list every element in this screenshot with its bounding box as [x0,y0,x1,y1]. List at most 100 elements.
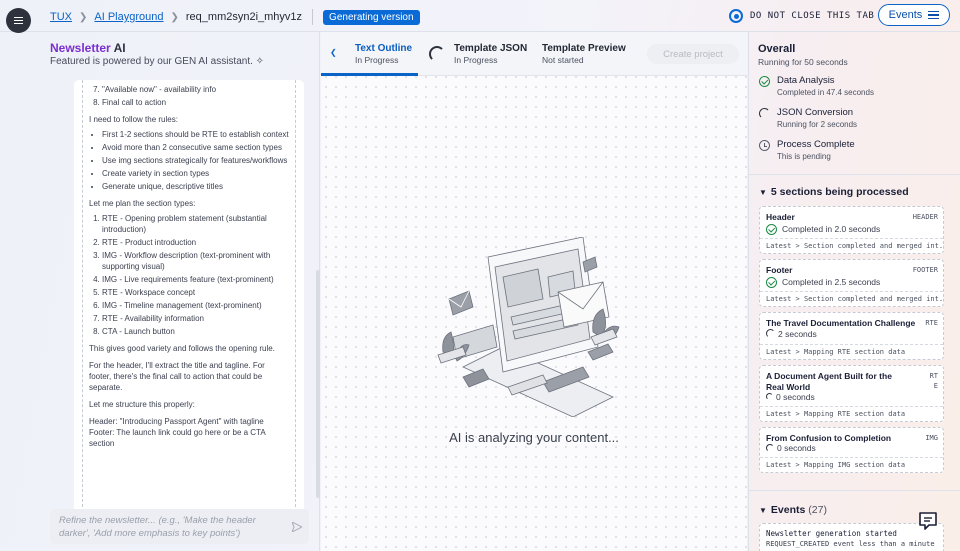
section-card-header[interactable]: Header HEADER Completed in 2.0 seconds L… [759,206,944,254]
para-plan: Let me plan the section types: [89,199,196,208]
chevron-right-icon: > [795,242,800,250]
events-heading-text: Events [770,504,806,516]
latest-label: Latest [766,242,792,250]
analyzing-illustration [437,237,620,417]
event-subtitle: REQUEST_CREATED event less than a minute [766,540,935,548]
list-item: RTE - Availability information [102,313,289,324]
tab-template-preview[interactable]: Template Preview Not started [542,43,626,65]
left-panel: Newsletter AI Featured is powered by our… [40,32,320,551]
list-item: RTE - Product introduction [102,237,289,248]
create-project-button[interactable]: Create project [647,44,739,64]
title-suffix: AI [113,41,126,55]
latest-text: Mapping RTE section data [803,410,906,418]
overall-subtitle: Running for 50 seconds [758,57,848,67]
tab-scroll-left-icon[interactable]: ❮ [330,48,337,57]
status-badge: Generating version [323,9,420,25]
section-latest: Latest > Section completed and merged in… [760,291,943,306]
tab-label: Text Outline [355,43,413,54]
list-item: "Available now" - availability info [102,84,289,95]
list-item: Create variety in section types [102,168,289,179]
latest-label: Latest [766,461,792,469]
tab-status: In Progress [355,55,399,65]
title-brand: Newsletter [50,41,111,55]
tab-bar: ❮ Text Outline In Progress Template JSON… [321,32,747,76]
events-button-label: Events [888,9,923,21]
tab-template-json[interactable]: Template JSON In Progress [454,43,527,65]
plan-list: RTE - Opening problem statement (substan… [102,213,289,337]
overall-title: Overall [758,43,796,55]
events-count: (27) [808,504,827,516]
analyzing-message: AI is analyzing your content... [449,430,619,445]
divider [312,9,314,25]
warning-text: DO NOT CLOSE THIS TAB [750,11,875,21]
refine-input[interactable]: Refine the newsletter... (e.g., 'Make th… [50,509,309,544]
subtitle-text: Featured is powered by our GEN AI assist… [50,56,253,67]
section-status: Completed in 2.0 seconds [766,224,881,235]
latest-text: Mapping RTE section data [803,348,906,356]
chat-message: "Available now" - availability info Final… [74,80,304,518]
tab-status: In Progress [454,55,498,65]
step-status: Completed in 47.4 seconds [777,88,874,97]
section-status-text: 2 seconds [778,329,817,339]
tab-text-outline[interactable]: Text Outline In Progress [355,43,412,65]
section-status: 2 seconds [766,329,817,339]
section-status: 0 seconds [766,392,815,402]
breadcrumb-tux[interactable]: TUX [50,11,72,23]
feedback-icon[interactable] [917,510,939,532]
spinner-icon [759,108,770,119]
list-item: IMG - Workflow description (text-promine… [102,250,289,272]
record-icon [729,9,743,23]
section-card-travel-documentation[interactable]: The Travel Documentation Challenge RTE 2… [759,312,944,360]
breadcrumb-request-id: req_mm2syn2i_mhyv1z [185,11,303,23]
menu-icon[interactable] [6,8,31,33]
section-status-text: Completed in 2.0 seconds [782,224,881,234]
section-tag: RTE [925,319,938,327]
chat-scrollbar[interactable] [316,270,320,498]
spinner-icon [429,46,445,62]
section-card-document-agent[interactable]: A Document Agent Built for the Real Worl… [759,365,944,422]
chevron-right-icon: > [795,295,800,303]
list-a: "Available now" - availability info Final… [102,84,289,108]
list-item: First 1-2 sections should be RTE to esta… [102,129,289,140]
section-title: Footer [766,265,793,275]
thinking-block[interactable]: "Available now" - availability info Final… [82,80,296,512]
sparkle-icon: ✧ [255,56,265,67]
divider [749,174,960,175]
section-tag: FOOTER [912,266,938,274]
caret-down-icon: ▼ [759,506,767,515]
breadcrumb-ai-playground[interactable]: AI Playground [94,11,163,23]
para-final: Header: "Introducing Passport Agent" wit… [89,417,266,448]
rules-list: First 1-2 sections should be RTE to esta… [102,129,289,192]
section-status-text: 0 seconds [776,392,815,402]
list-item: Generate unique, descriptive titles [102,181,289,192]
section-title: Header [766,212,795,222]
send-icon[interactable] [292,522,302,532]
active-tab-indicator [321,73,418,76]
events-heading[interactable]: ▼ Events (27) [759,504,827,516]
sections-heading[interactable]: ▼ 5 sections being processed [759,186,909,198]
chevron-right-icon: ❯ [79,11,88,23]
para-header: For the header, I'll extract the title a… [89,361,265,392]
spinner-icon [766,329,775,338]
tab-label: Template Preview [542,43,626,54]
events-button[interactable]: Events [878,4,950,26]
main-canvas: ❮ Text Outline In Progress Template JSON… [321,32,747,551]
section-latest: Latest > Mapping RTE section data [760,406,943,421]
tab-status: Not started [542,55,584,65]
section-tag: IMG [925,434,938,442]
section-title: The Travel Documentation Challenge [766,318,916,328]
latest-text: Section completed and merged int... [803,295,943,303]
list-item: Avoid more than 2 consecutive same secti… [102,142,289,153]
list-item: Final call to action [102,97,289,108]
para-variety: This gives good variety and follows the … [89,344,275,353]
chevron-right-icon: > [795,348,800,356]
check-icon [766,277,777,288]
section-card-footer[interactable]: Footer FOOTER Completed in 2.5 seconds L… [759,259,944,307]
check-icon [759,76,770,87]
latest-text: Section completed and merged int... [803,242,943,250]
tab-label: Template JSON [454,43,528,54]
step-status: This is pending [777,152,831,161]
check-icon [766,224,777,235]
section-card-confusion-to-completion[interactable]: From Confusion to Completion IMG 0 secon… [759,427,944,473]
right-panel: Overall Running for 50 seconds Data Anal… [748,32,960,551]
